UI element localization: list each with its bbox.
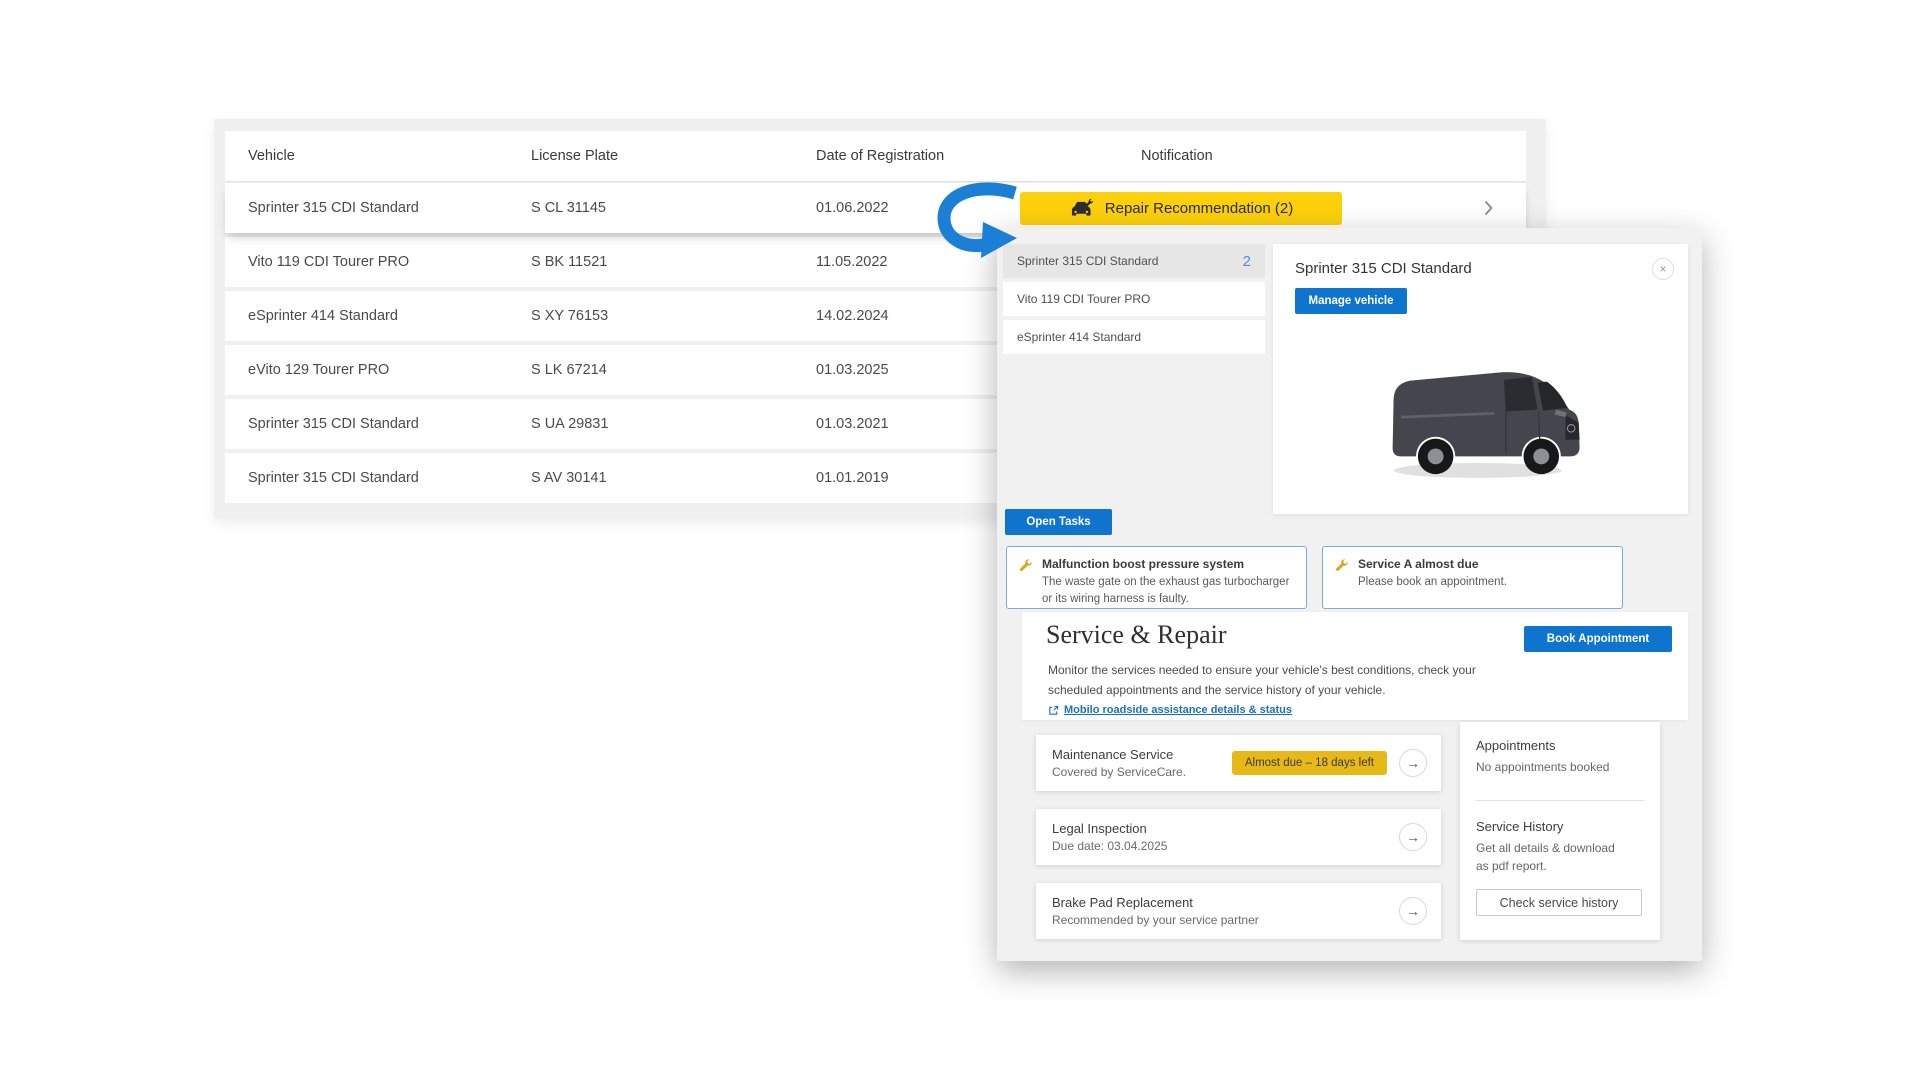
service-history-title: Service History bbox=[1476, 819, 1644, 834]
cell-license-plate: S UA 29831 bbox=[531, 416, 816, 432]
service-card-subtitle: Due date: 03.04.2025 bbox=[1052, 839, 1167, 853]
column-header-license-plate: License Plate bbox=[531, 148, 816, 164]
vehicle-item-label: eSprinter 414 Standard bbox=[1017, 330, 1141, 344]
vehicle-info-card: Sprinter 315 CDI Standard Manage vehicle… bbox=[1273, 244, 1688, 514]
service-repair-panel: Service & Repair Monitor the services ne… bbox=[1022, 612, 1688, 720]
mobilo-link[interactable]: Mobilo roadside assistance details & sta… bbox=[1048, 704, 1292, 716]
book-appointment-button[interactable]: Book Appointment bbox=[1524, 626, 1672, 652]
sidebar-item-vehicle[interactable]: eSprinter 414 Standard bbox=[1003, 320, 1265, 354]
task-card[interactable]: Service A almost due Please book an appo… bbox=[1322, 546, 1623, 609]
service-card-brake-pad[interactable]: Brake Pad Replacement Recommended by you… bbox=[1036, 883, 1441, 939]
wrench-icon bbox=[1335, 558, 1349, 572]
appointments-history-card: Appointments No appointments booked Serv… bbox=[1460, 722, 1660, 940]
chevron-right-icon[interactable] bbox=[1450, 200, 1526, 216]
task-card[interactable]: Malfunction boost pressure system The wa… bbox=[1006, 546, 1307, 609]
cell-vehicle: eSprinter 414 Standard bbox=[225, 308, 531, 324]
task-count-badge: 2 bbox=[1243, 253, 1251, 270]
sidebar-item-vehicle[interactable]: Vito 119 CDI Tourer PRO bbox=[1003, 282, 1265, 316]
open-tasks-button[interactable]: Open Tasks bbox=[1005, 509, 1112, 535]
due-status-badge: Almost due – 18 days left bbox=[1232, 751, 1387, 775]
appointments-title: Appointments bbox=[1476, 738, 1644, 753]
arrow-right-icon[interactable]: → bbox=[1399, 897, 1427, 925]
cell-license-plate: S BK 11521 bbox=[531, 254, 816, 270]
service-card-title: Maintenance Service bbox=[1052, 747, 1186, 762]
sidebar-item-vehicle[interactable]: Sprinter 315 CDI Standard 2 bbox=[1003, 244, 1265, 278]
vehicle-title: Sprinter 315 CDI Standard bbox=[1295, 260, 1472, 277]
service-card-legal-inspection[interactable]: Legal Inspection Due date: 03.04.2025 → bbox=[1036, 809, 1441, 865]
column-header-date: Date of Registration bbox=[816, 148, 996, 164]
service-repair-description: Monitor the services needed to ensure yo… bbox=[1048, 660, 1518, 701]
table-row[interactable]: Sprinter 315 CDI Standard S CL 31145 01.… bbox=[225, 183, 1526, 233]
vehicle-detail-overlay: Sprinter 315 CDI Standard 2 Vito 119 CDI… bbox=[997, 228, 1702, 961]
arrow-right-icon[interactable]: → bbox=[1399, 823, 1427, 851]
task-body: Please book an appointment. bbox=[1358, 574, 1507, 591]
vehicle-item-label: Vito 119 CDI Tourer PRO bbox=[1017, 292, 1150, 306]
service-repair-title: Service & Repair bbox=[1046, 620, 1227, 650]
column-header-vehicle: Vehicle bbox=[225, 148, 531, 164]
service-card-maintenance[interactable]: Maintenance Service Covered by ServiceCa… bbox=[1036, 735, 1441, 791]
check-service-history-button[interactable]: Check service history bbox=[1476, 889, 1642, 916]
cell-date: 01.01.2019 bbox=[816, 470, 996, 486]
arrow-right-icon[interactable]: → bbox=[1399, 749, 1427, 777]
repair-recommendation-button[interactable]: Repair Recommendation (2) bbox=[1020, 192, 1342, 225]
task-body: The waste gate on the exhaust gas turboc… bbox=[1042, 574, 1296, 607]
service-card-subtitle: Recommended by your service partner bbox=[1052, 913, 1259, 927]
cell-vehicle: Vito 119 CDI Tourer PRO bbox=[225, 254, 531, 270]
cell-license-plate: S LK 67214 bbox=[531, 362, 816, 378]
cell-license-plate: S CL 31145 bbox=[531, 200, 816, 216]
repair-recommendation-label: Repair Recommendation (2) bbox=[1105, 200, 1293, 217]
van-image bbox=[1373, 349, 1588, 489]
mobilo-link-label: Mobilo roadside assistance details & sta… bbox=[1064, 704, 1292, 716]
external-link-icon bbox=[1048, 705, 1059, 716]
cell-date: 01.03.2025 bbox=[816, 362, 996, 378]
cell-vehicle: Sprinter 315 CDI Standard bbox=[225, 416, 531, 432]
service-history-text: Get all details & download as pdf report… bbox=[1476, 839, 1626, 875]
task-title: Malfunction boost pressure system bbox=[1042, 557, 1296, 571]
service-card-title: Brake Pad Replacement bbox=[1052, 895, 1259, 910]
cell-license-plate: S XY 76153 bbox=[531, 308, 816, 324]
service-card-subtitle: Covered by ServiceCare. bbox=[1052, 765, 1186, 779]
appointments-status: No appointments booked bbox=[1476, 758, 1644, 776]
divider bbox=[1476, 800, 1644, 801]
column-header-notification: Notification bbox=[996, 148, 1450, 164]
fleet-management-screen: Vehicle License Plate Date of Registrati… bbox=[0, 0, 1920, 1080]
car-repair-icon bbox=[1069, 198, 1094, 219]
cell-vehicle: Sprinter 315 CDI Standard bbox=[225, 200, 531, 216]
cell-vehicle: eVito 129 Tourer PRO bbox=[225, 362, 531, 378]
close-icon[interactable]: × bbox=[1652, 258, 1674, 280]
table-header-row: Vehicle License Plate Date of Registrati… bbox=[225, 131, 1526, 182]
cell-date: 01.03.2021 bbox=[816, 416, 996, 432]
service-card-title: Legal Inspection bbox=[1052, 821, 1167, 836]
cell-vehicle: Sprinter 315 CDI Standard bbox=[225, 470, 531, 486]
task-title: Service A almost due bbox=[1358, 557, 1507, 571]
curved-arrow-icon bbox=[935, 180, 1035, 265]
cell-date: 14.02.2024 bbox=[816, 308, 996, 324]
vehicle-item-label: Sprinter 315 CDI Standard bbox=[1017, 254, 1158, 268]
wrench-icon bbox=[1019, 558, 1033, 572]
cell-license-plate: S AV 30141 bbox=[531, 470, 816, 486]
manage-vehicle-button[interactable]: Manage vehicle bbox=[1295, 288, 1407, 314]
